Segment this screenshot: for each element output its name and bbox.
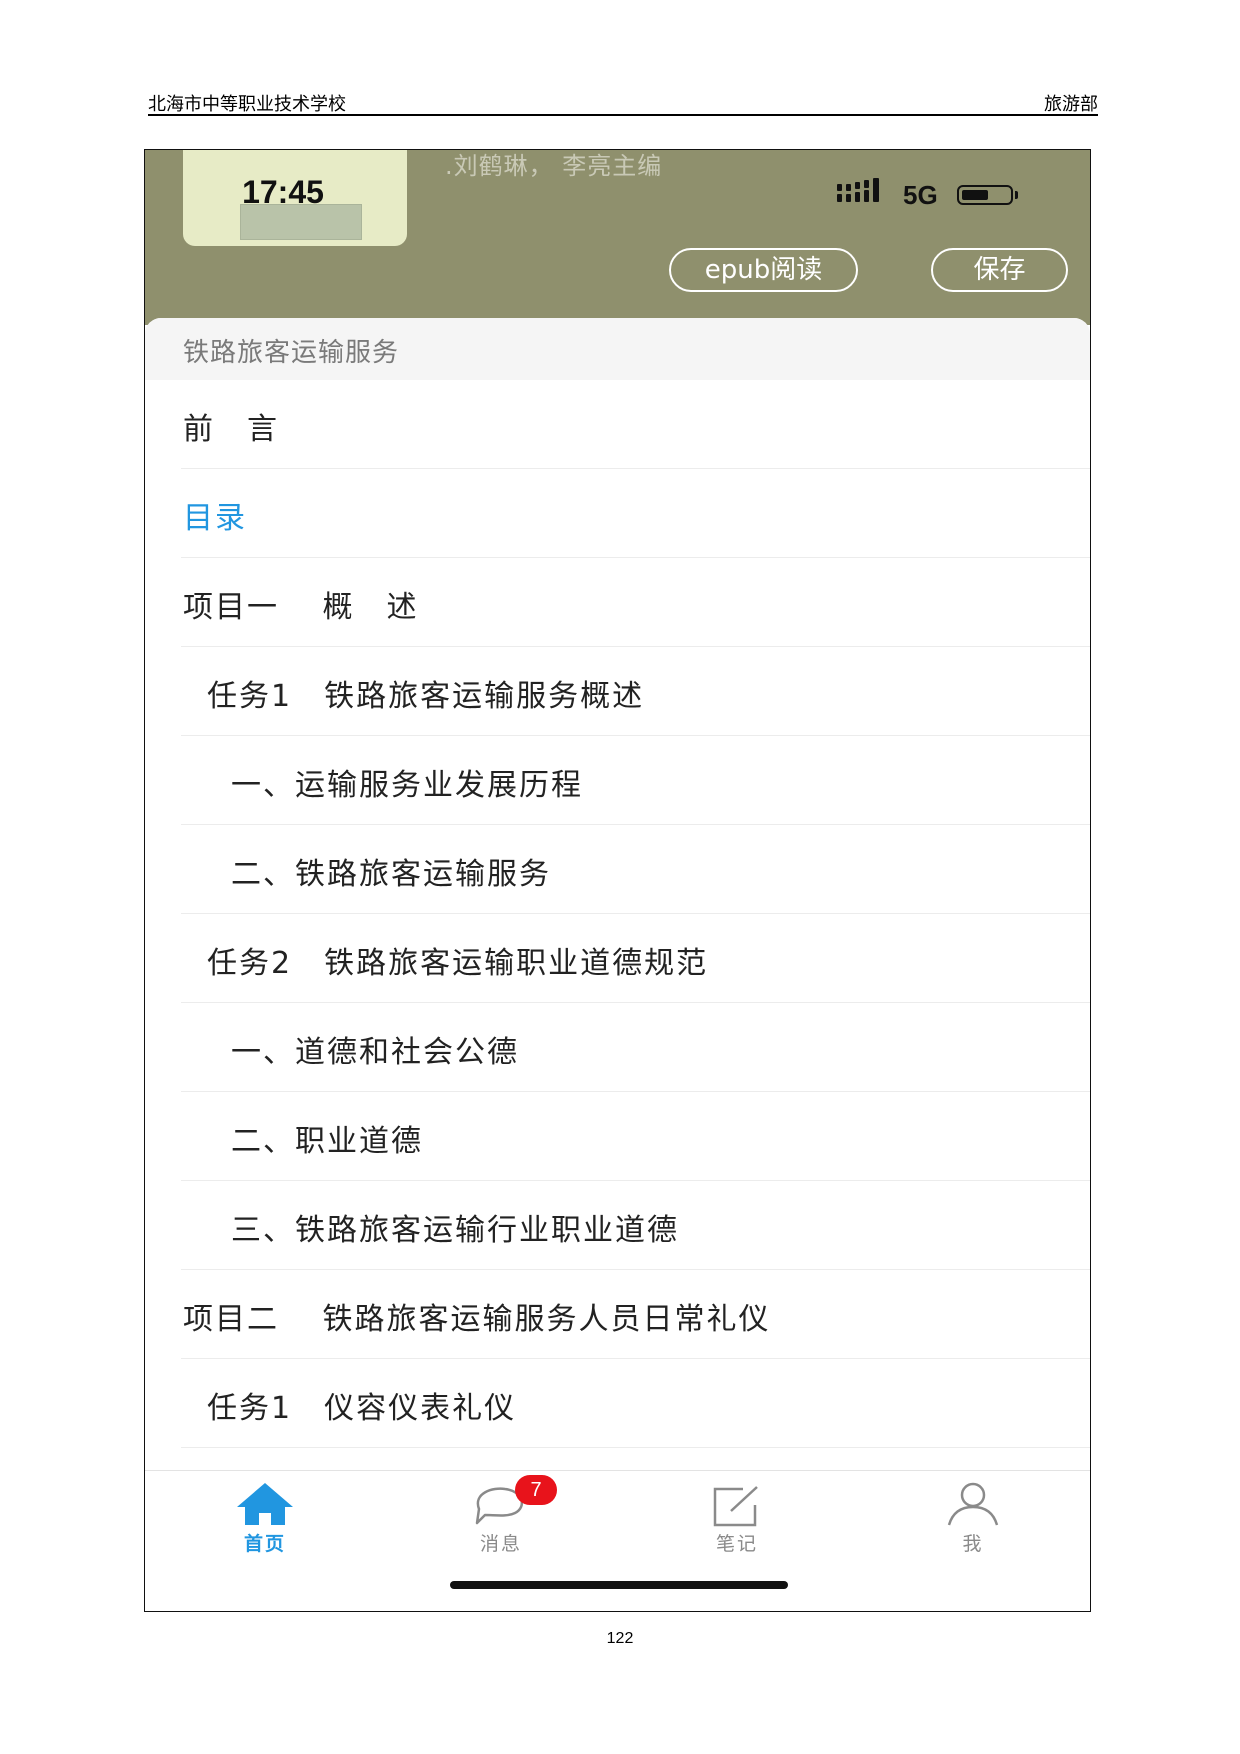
toc-item[interactable]: 一、运输服务业发展历程 xyxy=(181,736,1090,825)
toc-item-label: 二、职业道德 xyxy=(231,1124,423,1159)
toc-item-label: 前 言 xyxy=(183,412,279,447)
department-name: 旅游部 xyxy=(1044,94,1098,115)
toc-item-label: 任务2 铁路旅客运输职业道德规范 xyxy=(207,946,709,981)
status-time: 17:45 xyxy=(242,174,324,210)
toc-item-label: 二、铁路旅客运输服务 xyxy=(231,857,551,892)
tab-label: 笔记 xyxy=(715,1533,758,1555)
reader-top-bar: 17:45 .刘鹤琳， 李亮主编 5G epub阅读 保存 xyxy=(145,150,1090,325)
person-icon xyxy=(947,1482,999,1526)
battery-tip xyxy=(1015,191,1018,199)
tab-label: 首页 xyxy=(243,1533,286,1555)
epub-read-button[interactable]: epub阅读 xyxy=(669,248,858,292)
toc-item[interactable]: 项目二 铁路旅客运输服务人员日常礼仪 xyxy=(181,1270,1090,1359)
network-type: 5G xyxy=(903,180,938,210)
tab-messages[interactable]: 7 消息 xyxy=(431,1471,571,1561)
page-number: 122 xyxy=(606,1630,634,1647)
header-rule xyxy=(148,114,1098,116)
toc-item-label: 项目二 铁路旅客运输服务人员日常礼仪 xyxy=(183,1302,771,1337)
toc-item-label: 项目一 概 述 xyxy=(183,590,419,625)
book-credit: .刘鹤琳， 李亮主编 xyxy=(445,152,663,180)
tab-label: 消息 xyxy=(479,1533,522,1555)
toc-item[interactable]: 项目一 概 述 xyxy=(181,558,1090,647)
home-icon xyxy=(237,1483,293,1525)
book-title: 铁路旅客运输服务 xyxy=(183,338,400,368)
toc-item[interactable]: 任务1 仪容仪表礼仪 xyxy=(181,1359,1090,1448)
toc-item[interactable]: 二、职业道德 xyxy=(181,1092,1090,1181)
unread-badge: 7 xyxy=(515,1475,557,1505)
toc-item[interactable]: 二、铁路旅客运输服务 xyxy=(181,825,1090,914)
toc-item-label: 一、道德和社会公德 xyxy=(231,1035,519,1070)
toc-item[interactable]: 任务2 铁路旅客运输职业道德规范 xyxy=(181,914,1090,1003)
toc-item-active[interactable]: 目录 xyxy=(181,469,1090,558)
document-header: 北海市中等职业技术学校 旅游部 xyxy=(148,86,1098,116)
bottom-tab-bar: 首页 7 消息 笔记 我 xyxy=(145,1470,1090,1611)
tab-label: 我 xyxy=(962,1533,984,1555)
toc-item-label: 三、铁路旅客运输行业职业道德 xyxy=(231,1213,679,1248)
phone-screenshot: 17:45 .刘鹤琳， 李亮主编 5G epub阅读 保存 铁路旅客运输服务 前… xyxy=(144,149,1091,1612)
tab-me[interactable]: 我 xyxy=(903,1471,1043,1561)
toc-item[interactable]: 任务1 铁路旅客运输服务概述 xyxy=(181,647,1090,736)
edit-note-icon xyxy=(713,1486,758,1527)
tab-notes[interactable]: 笔记 xyxy=(667,1471,807,1561)
toc-sheet: 铁路旅客运输服务 前 言 目录 项目一 概 述 任务1 铁路旅客运输服务概述 一… xyxy=(145,318,1090,1611)
toc-item-label: 任务1 仪容仪表礼仪 xyxy=(207,1391,517,1426)
toc-item-label: 任务1 铁路旅客运输服务概述 xyxy=(207,679,645,714)
tab-home[interactable]: 首页 xyxy=(195,1471,335,1561)
toc-item[interactable]: 一、道德和社会公德 xyxy=(181,1003,1090,1092)
table-of-contents: 前 言 目录 项目一 概 述 任务1 铁路旅客运输服务概述 一、运输服务业发展历… xyxy=(145,380,1090,1448)
toc-item-label: 目录 xyxy=(183,501,247,536)
toc-item-label: 一、运输服务业发展历程 xyxy=(231,768,583,803)
toc-item[interactable]: 前 言 xyxy=(181,380,1090,469)
save-button[interactable]: 保存 xyxy=(931,248,1068,292)
home-indicator[interactable] xyxy=(450,1581,788,1589)
school-name: 北海市中等职业技术学校 xyxy=(148,94,346,115)
toc-item[interactable]: 三、铁路旅客运输行业职业道德 xyxy=(181,1181,1090,1270)
battery-icon xyxy=(957,185,1013,205)
status-bar-right: 5G xyxy=(837,178,1037,210)
sheet-header: 铁路旅客运输服务 xyxy=(145,318,1090,380)
